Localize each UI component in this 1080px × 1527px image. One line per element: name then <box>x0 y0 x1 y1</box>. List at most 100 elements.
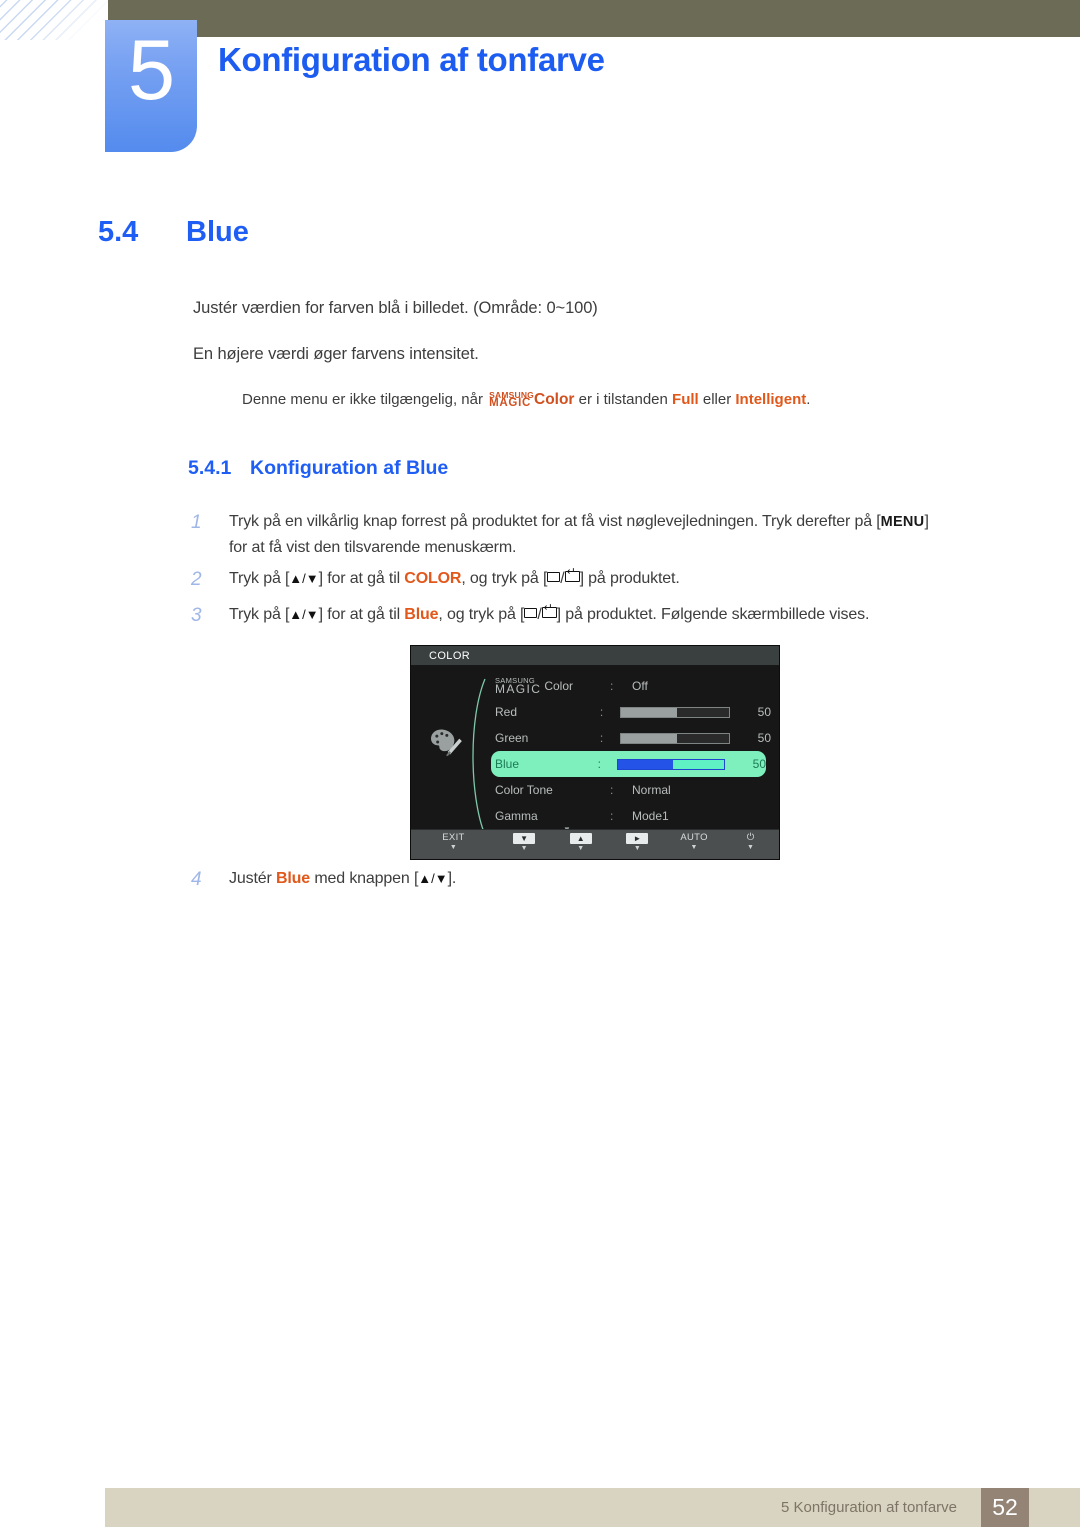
osd-button-auto-label: AUTO <box>680 832 708 843</box>
step-2-text-b: ] for at gå til <box>318 570 405 587</box>
osd-colon: : <box>597 757 601 771</box>
osd-row-gamma[interactable]: Gamma : Mode1 <box>495 803 771 829</box>
magic-color-suffix: Color <box>534 391 575 408</box>
step-3-text-a: Tryk på [ <box>229 606 290 623</box>
up-arrow-icon: ▲ <box>569 833 592 844</box>
chapter-title: Konfiguration af tonfarve <box>218 41 605 78</box>
chapter-tab: 5 <box>105 20 197 152</box>
osd-button-exit-sub: ▼ <box>449 843 458 851</box>
source-key-icon <box>547 572 561 582</box>
osd-value-magic-color: Off <box>632 679 648 693</box>
enter-key-icon <box>564 567 580 582</box>
section-heading: 5.4 Blue <box>98 216 249 249</box>
osd-colon: : <box>599 731 604 745</box>
power-icon: ⏻ <box>746 832 755 843</box>
availability-note: Denne menu er ikke tilgængelig, når SAMS… <box>242 391 810 409</box>
osd-row-list: SAMSUNG MAGIC Color : Off Red : 50 Green… <box>491 673 771 829</box>
osd-colon: : <box>610 783 614 797</box>
osd-label-color-tone: Color Tone <box>495 783 553 797</box>
osd-label-blue: Blue <box>495 757 520 771</box>
osd-body: SAMSUNG MAGIC Color : Off Red : 50 Green… <box>411 665 779 840</box>
subsection-heading: 5.4.1 Konfiguration af Blue <box>188 457 448 480</box>
osd-button-power[interactable]: ⏻ ▼ <box>722 833 779 851</box>
step-2-slash: / <box>560 570 565 587</box>
osd-menu-screenshot: COLOR SAMSUNG MAGIC Color : Off Red: 50… <box>411 646 779 859</box>
note-conjunction: eller <box>698 391 736 408</box>
osd-row-color-tone[interactable]: Color Tone : Normal <box>495 777 771 803</box>
osd-button-enter[interactable]: ► ▼ <box>609 833 666 852</box>
osd-divider-curve <box>472 678 486 836</box>
intro-line-1: Justér værdien for farven blå i billedet… <box>193 299 598 317</box>
osd-value-gamma: Mode1 <box>632 809 669 823</box>
osd-button-up-sub: ▼ <box>577 845 585 852</box>
enter-key-icon <box>541 603 557 618</box>
osd-magic-logo: SAMSUNG MAGIC <box>495 676 542 697</box>
osd-value-red: 50 <box>757 705 772 719</box>
step-2-text-a: Tryk på [ <box>229 570 290 587</box>
step-2-text-d: ] på produktet. <box>579 570 680 587</box>
up-down-arrow-icon: ▲/▼ <box>289 607 319 622</box>
osd-button-auto-sub: ▼ <box>690 843 698 851</box>
step-3-slash: / <box>537 606 542 623</box>
osd-button-bar: EXIT ▼ ▼ ▼ ▲ ▼ ► ▼ AUTO ▼ ⏻ ▼ <box>411 829 779 859</box>
subsection-title: Konfiguration af Blue <box>250 457 449 479</box>
step-3-target: Blue <box>404 606 439 623</box>
section-number: 5.4 <box>98 216 139 248</box>
osd-magic-bottom: MAGIC <box>495 682 542 697</box>
note-mode-intelligent: Intelligent <box>735 391 807 408</box>
source-key-icon <box>524 608 538 618</box>
osd-value-color-tone: Normal <box>632 783 671 797</box>
step-3-text-d: ] på produktet. Følgende skærmbillede vi… <box>556 606 870 623</box>
step-4: 4 Justér Blue med knappen [▲/▼]. <box>191 869 457 890</box>
step-1: 1 Tryk på en vilkårlig knap forrest på p… <box>191 509 1019 561</box>
osd-button-down-sub: ▼ <box>520 845 528 852</box>
osd-row-blue[interactable]: Blue : 50 <box>491 751 766 777</box>
header-olive-bar <box>108 0 1080 37</box>
step-4-text-b: med knappen [ <box>310 870 419 887</box>
osd-button-enter-sub: ▼ <box>633 845 642 852</box>
footer-page-number: 52 <box>981 1488 1029 1527</box>
note-mode-full: Full <box>672 391 699 408</box>
osd-row-green[interactable]: Green : 50 <box>495 725 771 751</box>
step-4-text-a: Justér <box>229 870 276 887</box>
step-4-text-c: ]. <box>447 870 457 887</box>
osd-label-gamma: Gamma <box>495 809 538 823</box>
down-arrow-icon: ▼ <box>513 833 536 844</box>
osd-row-magic-color[interactable]: SAMSUNG MAGIC Color : Off <box>495 673 771 699</box>
osd-slider-red[interactable] <box>620 706 730 718</box>
chapter-number: 5 <box>127 23 175 118</box>
osd-title-label: COLOR <box>429 649 471 662</box>
step-3-text-b: ] for at gå til <box>318 606 405 623</box>
osd-button-auto[interactable]: AUTO ▼ <box>666 833 723 851</box>
step-1-number: 1 <box>191 512 202 533</box>
step-3-number: 3 <box>191 605 202 626</box>
note-middle: er i tilstanden <box>574 391 673 408</box>
step-1-text-a: Tryk på en vilkårlig knap forrest på pro… <box>229 513 881 530</box>
up-down-arrow-icon: ▲/▼ <box>289 571 319 586</box>
osd-value-green: 50 <box>757 731 772 745</box>
osd-button-exit-label: EXIT <box>442 832 465 843</box>
osd-button-exit[interactable]: EXIT ▼ <box>411 833 496 851</box>
osd-slider-blue[interactable] <box>617 758 725 770</box>
magic-logo-bottom: MAGIC <box>489 397 531 409</box>
osd-colon: : <box>599 705 604 719</box>
osd-button-up[interactable]: ▲ ▼ <box>553 833 610 852</box>
step-1-text-b: ] <box>924 513 929 530</box>
osd-row-red[interactable]: Red : 50 <box>495 699 771 725</box>
samsung-magic-logo: SAMSUNG MAGIC <box>489 391 534 409</box>
footer-chapter-label: 5 Konfiguration af tonfarve <box>781 1499 957 1516</box>
step-3-text-c: , og tryk på [ <box>438 606 525 623</box>
step-4-number: 4 <box>191 869 202 890</box>
note-prefix: Denne menu er ikke tilgængelig, når <box>242 391 488 408</box>
up-down-arrow-icon: ▲/▼ <box>418 871 448 886</box>
osd-label-green: Green <box>495 731 529 745</box>
osd-magic-suffix: Color <box>544 679 574 693</box>
step-2-number: 2 <box>191 569 202 590</box>
osd-button-down[interactable]: ▼ ▼ <box>496 833 553 852</box>
step-2: 2 Tryk på [▲/▼] for at gå til COLOR, og … <box>191 567 680 590</box>
subsection-number: 5.4.1 <box>188 457 232 479</box>
step-1-line-2: for at få vist den tilsvarende menuskærm… <box>229 538 517 556</box>
osd-slider-green[interactable] <box>620 732 730 744</box>
menu-key-label: MENU <box>880 514 925 530</box>
osd-colon: : <box>610 809 614 823</box>
